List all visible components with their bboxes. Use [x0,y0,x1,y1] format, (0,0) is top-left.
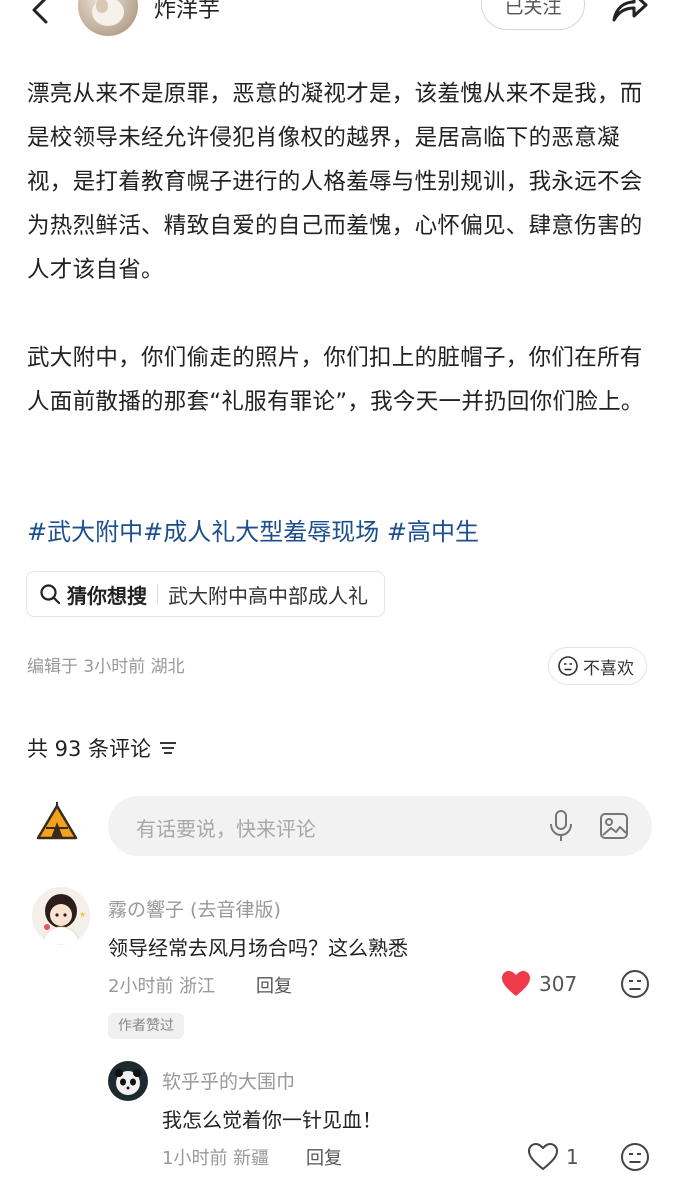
reply-button[interactable]: 回复 [306,1144,342,1170]
avatar[interactable] [108,1061,148,1101]
avatar[interactable]: ★ [32,887,90,945]
hashtag-link[interactable]: #武大附中 [27,518,143,546]
comment-username[interactable]: 霧の響子 (去音律版) [108,895,281,922]
divider [157,584,158,604]
follow-button[interactable]: 已关注 [481,0,585,30]
heart-icon [502,971,530,996]
search-icon [40,584,61,605]
post-paragraph: 漂亮从来不是原罪，恶意的凝视才是，该羞愧从来不是我，而是校领导未经允许侵犯肖像权… [27,81,643,283]
comment-count[interactable]: 共 93 条评论 [27,733,177,763]
like-button[interactable]: 1 [528,1143,579,1171]
hashtag-list: #武大附中#成人礼大型羞辱现场 #高中生 [27,512,479,552]
hashtag-link[interactable]: #成人礼大型羞辱现场 [143,518,379,546]
comment-username[interactable]: 软乎乎的大围巾 [162,1067,295,1094]
hashtag-link[interactable]: #高中生 [379,518,479,546]
comment-meta: 2小时前 浙江 [108,976,216,997]
share-icon[interactable] [608,0,650,26]
svg-text:★: ★ [79,910,86,919]
edit-meta: 编辑于 3小时前 湖北 [27,657,185,677]
back-icon[interactable] [26,0,56,32]
dislike-button[interactable]: 不喜欢 [548,647,647,685]
comment-text: 我怎么觉着你一针见血！ [162,1108,382,1132]
neutral-face-icon[interactable] [619,968,651,1000]
dislike-label: 不喜欢 [583,658,634,679]
author-avatar[interactable] [78,0,138,36]
image-icon[interactable] [599,811,629,841]
mic-icon[interactable] [548,809,574,843]
author-name[interactable]: 炸洋芋 [154,0,220,24]
sort-icon [160,742,177,754]
guess-search-chip[interactable]: 猜你想搜 武大附中高中部成人礼 [26,571,385,617]
post-body: 漂亮从来不是原罪，恶意的凝视才是，该羞愧从来不是我，而是校领导未经允许侵犯肖像权… [27,72,652,424]
comment-input-placeholder: 有话要说，快来评论 [136,817,316,841]
comment-meta: 1小时前 新疆 [162,1148,270,1169]
like-count: 1 [566,1145,579,1169]
tent-avatar-icon [36,802,78,844]
comment-input[interactable]: 有话要说，快来评论 [108,796,652,856]
comment-count-label: 共 93 条评论 [27,737,152,761]
neutral-face-icon[interactable] [619,1141,651,1173]
guess-query: 武大附中高中部成人礼 [168,583,368,608]
author-liked-badge: 作者赞过 [108,1013,184,1039]
heart-icon [528,1143,558,1171]
guess-label: 猜你想搜 [67,583,147,608]
reply-button[interactable]: 回复 [256,972,292,998]
post-paragraph: 武大附中，你们偷走的照片，你们扣上的脏帽子，你们在所有人面前散播的那套“礼服有罪… [27,345,644,415]
like-button[interactable]: 307 [501,970,577,998]
top-bar: 炸洋芋 已关注 [0,0,677,40]
like-count: 307 [539,972,578,996]
neutral-face-icon [558,656,578,676]
comment-text: 领导经常去风月场合吗？这么熟悉 [108,936,408,960]
